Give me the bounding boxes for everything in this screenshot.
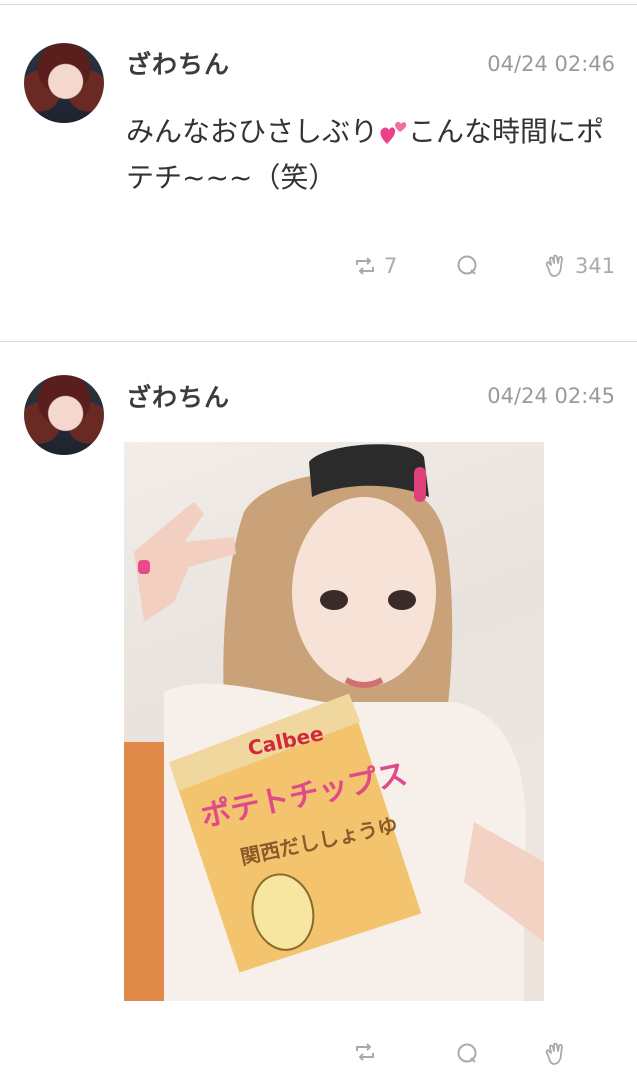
username[interactable]: ざわちん (126, 378, 230, 414)
reply-button[interactable] (456, 1042, 478, 1064)
reply-button[interactable] (456, 254, 478, 276)
avatar[interactable] (24, 43, 104, 123)
clap-button[interactable]: 341 (543, 254, 615, 278)
retweet-icon (356, 1043, 374, 1061)
post-text: みんなおひさしぶり こんな時間にポテチ~~~（笑） (126, 109, 626, 201)
post-actions: 7 341 (0, 254, 637, 294)
post-text-part: みんなおひさしぶり (126, 115, 379, 148)
clap-button[interactable] (543, 1042, 567, 1066)
retweet-button[interactable]: 7 (354, 254, 397, 278)
post-actions (0, 1042, 637, 1082)
retweet-count: 7 (384, 254, 398, 278)
timestamp: 04/24 02:46 (487, 52, 615, 76)
avatar[interactable] (24, 375, 104, 455)
post[interactable]: ざわちん 04/24 02:46 みんなおひさしぶり こんな時間にポテチ~~~（… (0, 5, 637, 341)
clap-hand-icon (545, 254, 563, 277)
selfie-illustration: Calbee ポテトチップス 関西だししょうゆ (124, 444, 544, 1001)
two-hearts-icon (380, 121, 407, 144)
username[interactable]: ざわちん (126, 45, 230, 81)
retweet-icon (356, 257, 374, 275)
post[interactable]: ざわちん 04/24 02:45 Calbee ポテトチップス 関西だししょうゆ (0, 342, 637, 1065)
clap-count: 341 (575, 254, 616, 278)
comment-icon (457, 255, 477, 275)
clap-hand-icon (545, 1042, 563, 1065)
post-photo[interactable]: Calbee ポテトチップス 関西だししょうゆ (124, 442, 544, 1001)
timestamp: 04/24 02:45 (487, 384, 615, 408)
retweet-button[interactable] (354, 1042, 376, 1062)
comment-icon (457, 1043, 477, 1063)
